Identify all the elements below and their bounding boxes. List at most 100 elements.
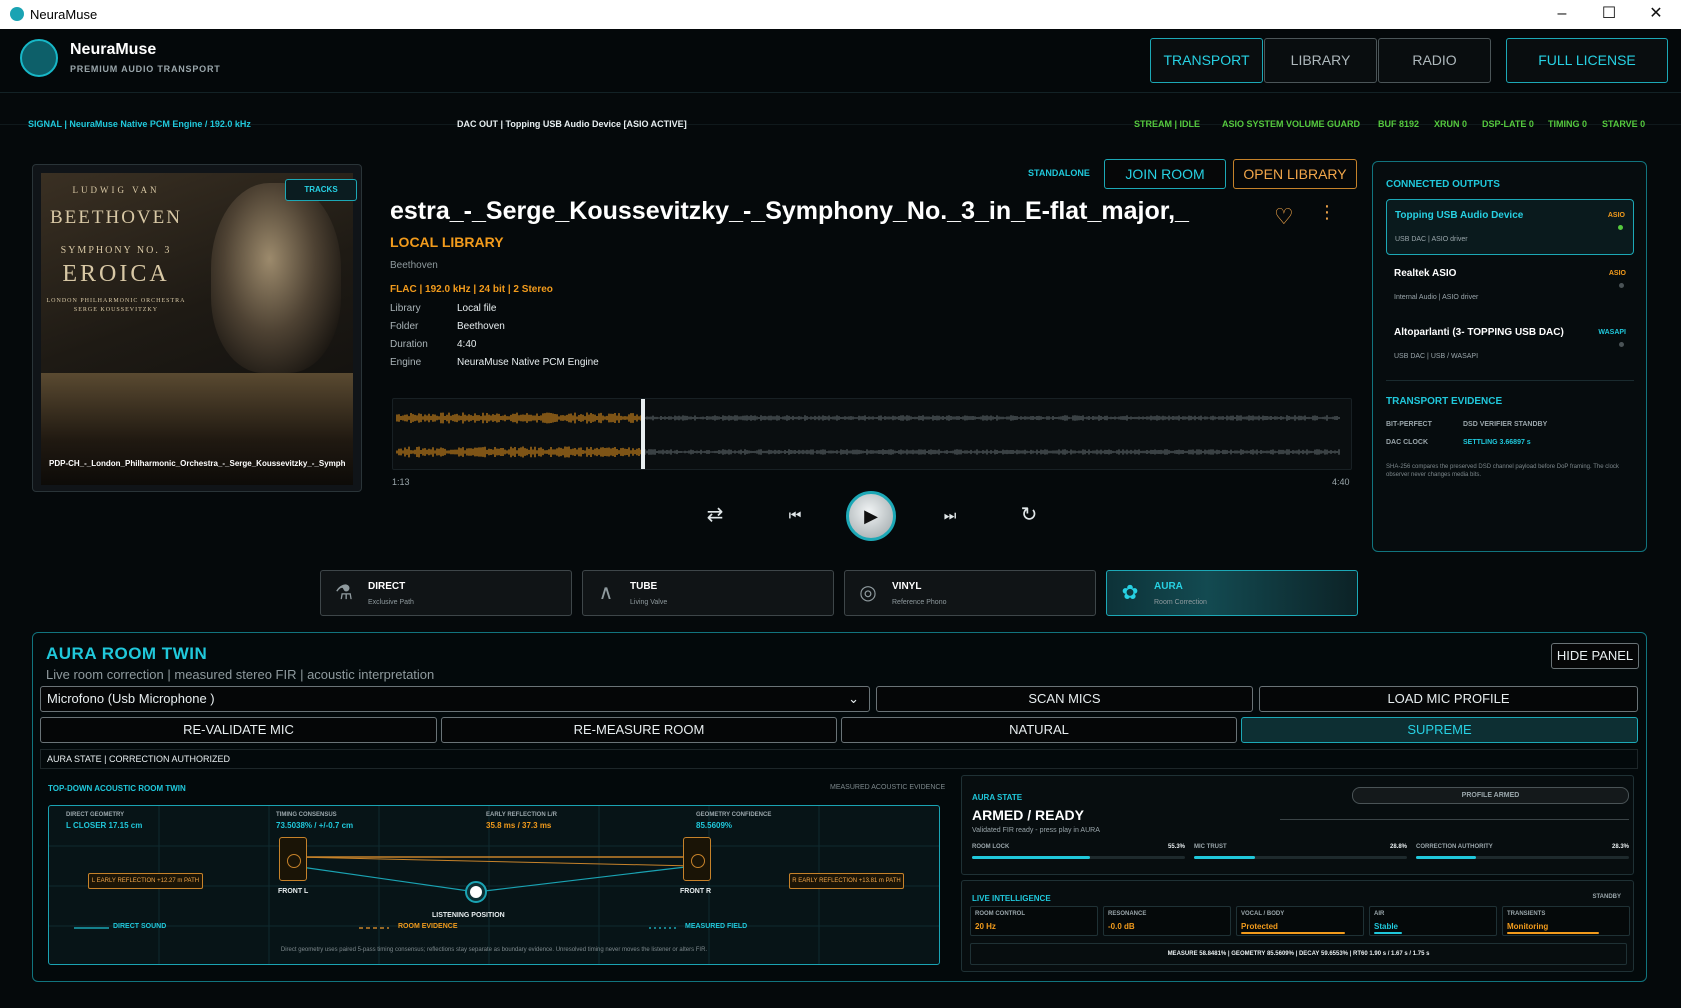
header: NeuraMuse PREMIUM AUDIO TRANSPORT TRANSP… — [0, 29, 1681, 93]
measured-evidence-label: MEASURED ACOUSTIC EVIDENCE — [830, 784, 946, 791]
listener-dot — [470, 886, 482, 898]
dsp-late-status: DSP-LATE 0 — [1482, 119, 1534, 129]
dac-clock-value: SETTLING 3.66897 s — [1463, 439, 1531, 446]
metric-key: DIRECT GEOMETRY — [66, 812, 125, 818]
direct-sound-right — [475, 865, 695, 893]
outputs-title: CONNECTED OUTPUTS — [1386, 179, 1500, 190]
mic-select-value: Microfono (Usb Microphone ) — [47, 691, 215, 706]
mode-sub: Room Correction — [1154, 599, 1207, 606]
cover-line-6: SERGE KOUSSEVITZKY — [73, 307, 159, 313]
room-footnote: Direct geometry uses paired 5-pass timin… — [280, 947, 708, 953]
nav-library[interactable]: LIBRARY — [1264, 38, 1377, 83]
cell-value: Protected — [1241, 922, 1278, 931]
remeasure-room-button[interactable]: RE-MEASURE ROOM — [441, 717, 837, 743]
cell-key: AIR — [1374, 911, 1385, 917]
cell-room-control: ROOM CONTROL 20 Hz — [970, 906, 1098, 936]
output-name: Topping USB Audio Device — [1395, 210, 1524, 221]
open-library-button[interactable]: OPEN LIBRARY — [1233, 159, 1357, 189]
room-twin-title: TOP-DOWN ACOUSTIC ROOM TWIN — [48, 784, 186, 793]
meta-key-library: Library — [390, 303, 421, 314]
vinyl-icon: ◎ — [859, 582, 877, 604]
close-icon[interactable]: ✕ — [1646, 4, 1666, 24]
metric-key: TIMING CONSENSUS — [276, 812, 337, 818]
mode-vinyl-button[interactable]: ◎ VINYL Reference Phono — [844, 570, 1096, 616]
hide-panel-button[interactable]: HIDE PANEL — [1551, 643, 1639, 669]
tracks-button[interactable]: TRACKS — [285, 179, 357, 201]
waveform-seekbar[interactable] — [392, 398, 1352, 470]
bar-fill — [1416, 856, 1477, 859]
nav-transport[interactable]: TRANSPORT — [1150, 38, 1263, 83]
mode-tube-button[interactable]: ∧ TUBE Living Valve — [582, 570, 834, 616]
waveform-graphic — [396, 399, 1340, 469]
play-button[interactable]: ▶ — [846, 491, 896, 541]
mode-name: DIRECT — [368, 581, 406, 592]
scan-mics-button[interactable]: SCAN MICS — [876, 686, 1253, 712]
output-item[interactable]: Topping USB Audio Device USB DAC | ASIO … — [1386, 199, 1634, 255]
output-sub: Internal Audio | ASIO driver — [1394, 294, 1479, 301]
nav-radio[interactable]: RADIO — [1378, 38, 1491, 83]
meta-value-library: Local file — [457, 303, 497, 314]
metric-value: L CLOSER 17.15 cm — [66, 821, 143, 830]
shuffle-icon[interactable]: ⇄ — [700, 500, 730, 530]
album-cover-card[interactable]: LUDWIG VAN BEETHOVEN SYMPHONY NO. 3 EROI… — [32, 164, 362, 492]
mic-select[interactable]: Microfono (Usb Microphone ) ⌄ — [40, 686, 870, 712]
meta-key-folder: Folder — [390, 321, 419, 332]
cell-air: AIR Stable — [1369, 906, 1497, 936]
favorite-heart-icon[interactable]: ♡ — [1274, 204, 1294, 230]
mode-name: AURA — [1154, 581, 1183, 592]
full-license-button[interactable]: FULL LICENSE — [1506, 38, 1668, 83]
cell-value: Stable — [1374, 922, 1399, 931]
aura-title: AURA ROOM TWIN — [46, 644, 208, 663]
maximize-icon[interactable]: ☐ — [1599, 4, 1619, 24]
cell-underline — [1507, 932, 1599, 934]
load-mic-profile-button[interactable]: LOAD MIC PROFILE — [1259, 686, 1638, 712]
metric-timing-consensus: TIMING CONSENSUS 73.5038% / +/-0.7 cm — [276, 812, 353, 836]
previous-track-icon[interactable]: ⏮ — [780, 500, 810, 530]
revalidate-mic-button[interactable]: RE-VALIDATE MIC — [40, 717, 437, 743]
direct-icon: ⚗ — [335, 582, 353, 604]
cell-underline — [1374, 932, 1402, 934]
supreme-button[interactable]: SUPREME — [1241, 717, 1638, 743]
window-title: NeuraMuse — [30, 7, 98, 22]
mode-sub: Exclusive Path — [368, 599, 414, 606]
natural-button[interactable]: NATURAL — [841, 717, 1237, 743]
metric-geometry-confidence: GEOMETRY CONFIDENCE 85.5609% — [696, 812, 771, 836]
connected-outputs-panel: CONNECTED OUTPUTS Topping USB Audio Devi… — [1372, 161, 1647, 552]
measure-summary: MEASURE 58.8481% | GEOMETRY 85.5609% | D… — [970, 943, 1627, 965]
divider — [1280, 819, 1629, 820]
output-sub: USB DAC | ASIO driver — [1395, 236, 1468, 243]
meter-key: CORRECTION AUTHORITY — [1416, 844, 1493, 850]
track-title: estra_-_Serge_Koussevitzky_-_Symphony_No… — [390, 197, 1189, 225]
more-options-icon[interactable]: ⋮ — [1318, 202, 1336, 223]
app-logo-icon — [10, 7, 24, 21]
repeat-icon[interactable]: ↻ — [1014, 500, 1044, 530]
mode-aura-button[interactable]: ✿ AURA Room Correction — [1106, 570, 1358, 616]
play-icon: ▶ — [864, 506, 878, 526]
dac-clock-key: DAC CLOCK — [1386, 439, 1428, 446]
bit-perfect-key: BIT-PERFECT — [1386, 421, 1432, 428]
aura-brain-icon: ✿ — [1121, 582, 1139, 604]
output-item[interactable]: Realtek ASIO Internal Audio | ASIO drive… — [1386, 258, 1634, 314]
next-track-icon[interactable]: ⏭ — [935, 500, 965, 530]
cell-resonance: RESONANCE -0.0 dB — [1103, 906, 1231, 936]
correction-authority-bar — [1416, 856, 1629, 859]
mode-name: TUBE — [630, 581, 658, 592]
mode-name: VINYL — [892, 581, 922, 592]
metric-key: EARLY REFLECTION L/R — [486, 812, 558, 818]
xrun-status: XRUN 0 — [1434, 119, 1468, 129]
output-item[interactable]: Altoparlanti (3- TOPPING USB DAC) USB DA… — [1386, 317, 1634, 373]
mic-trust-bar — [1194, 856, 1407, 859]
front-right-speaker-icon — [683, 837, 711, 881]
standby-label: STANDBY — [1592, 894, 1621, 900]
minimize-icon[interactable]: – — [1552, 4, 1572, 24]
cell-key: TRANSIENTS — [1507, 911, 1546, 917]
playhead — [641, 399, 645, 469]
output-name: Realtek ASIO — [1394, 268, 1457, 279]
join-room-button[interactable]: JOIN ROOM — [1104, 159, 1226, 189]
format-label: FLAC | 192.0 kHz | 24 bit | 2 Stereo — [390, 284, 553, 295]
mode-direct-button[interactable]: ⚗ DIRECT Exclusive Path — [320, 570, 572, 616]
mic-trust-meter: MIC TRUST 28.8% — [1194, 844, 1407, 850]
evidence-note: SHA-256 compares the preserved DSD chann… — [1386, 464, 1619, 478]
brand-name: NeuraMuse — [70, 41, 157, 58]
tube-icon: ∧ — [598, 582, 614, 604]
